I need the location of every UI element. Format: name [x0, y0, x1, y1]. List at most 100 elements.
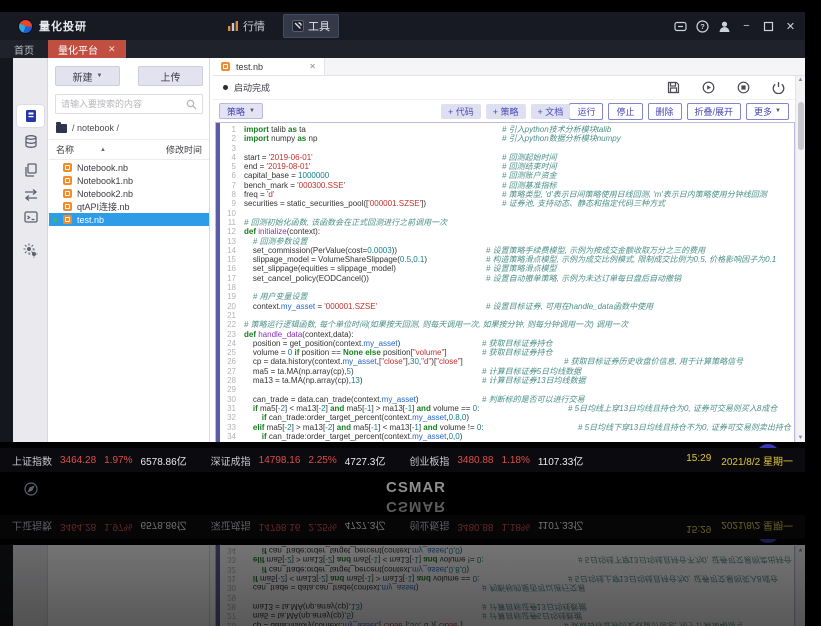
chevron-down-icon: ▼	[249, 108, 255, 114]
cell-type-dropdown[interactable]: 策略▼	[219, 103, 263, 119]
user-icon[interactable]	[718, 20, 731, 33]
code-line[interactable]: 35	[220, 441, 794, 442]
scroll-up-icon[interactable]: ▲	[796, 77, 805, 83]
svg-text:?: ?	[700, 22, 705, 31]
code-line[interactable]: 8freq = 'd'# 策略类型, 'd'表示日间策略使用日线回测, 'm'表…	[220, 190, 794, 199]
notebook-nav-icon[interactable]	[17, 105, 44, 127]
code-line[interactable]: 27 ma5 = ta.MA(np.array(cp),5)# 计算目标证券5日…	[220, 367, 794, 376]
editor-scrollbar: ▲ ▼	[795, 545, 805, 626]
maximize-icon[interactable]	[762, 20, 775, 33]
message-icon[interactable]	[674, 20, 687, 33]
add-doc-button[interactable]: + 文档	[531, 104, 571, 119]
code-line[interactable]: 24 position = get_position(context.my_as…	[220, 339, 794, 348]
notebook-tab-label: test.nb	[236, 62, 263, 72]
code-line: 31 if ma5[-2] < ma13[-2] and ma5[-1] > m…	[220, 574, 794, 583]
add-strategy-button[interactable]: + 策略	[486, 104, 526, 119]
search-icon	[186, 99, 197, 110]
menu-market-label: 行情	[243, 18, 265, 34]
code-line[interactable]: 15 slippage_model = VolumeShareSlippage(…	[220, 255, 794, 264]
save-icon[interactable]	[667, 81, 680, 94]
stop-icon[interactable]	[737, 81, 750, 94]
file-row[interactable]: test.nb	[49, 213, 209, 226]
fold-button[interactable]: 折叠/展开	[687, 103, 742, 120]
close-icon[interactable]: ✕	[784, 20, 797, 33]
run-button[interactable]: 运行	[569, 103, 603, 120]
settings-nav-icon[interactable]	[17, 240, 44, 262]
line-number: 21	[220, 311, 244, 320]
tab-home[interactable]: 首页	[0, 40, 48, 58]
delete-button[interactable]: 删除	[648, 103, 682, 120]
file-row[interactable]: Notebook2.nb	[49, 187, 209, 200]
code-line[interactable]: 20 context.my_asset = '000001.SZSE'# 设置目…	[220, 302, 794, 311]
line-number: 25	[220, 348, 244, 357]
code-line[interactable]: 16 set_slippage(equities = slippage_mode…	[220, 264, 794, 273]
file-row[interactable]: qtAPI连接.nb	[49, 200, 209, 213]
code-line[interactable]: 31 if ma5[-2] < ma13[-2] and ma5[-1] > m…	[220, 404, 794, 413]
code-line[interactable]: 6capital_base = 1000000# 回测账户资金	[220, 171, 794, 180]
code-line[interactable]: 12def initialize(context):	[220, 227, 794, 236]
code-line[interactable]: 17 set_cancel_policy(EODCancel())# 设置自动撤…	[220, 274, 794, 283]
code-line[interactable]: 29	[220, 385, 794, 394]
code-line[interactable]: 18	[220, 283, 794, 292]
line-number: 13	[220, 237, 244, 246]
tab-quant-platform[interactable]: 量化平台 ✕	[48, 40, 126, 58]
file-row[interactable]: Notebook.nb	[49, 161, 209, 174]
breadcrumb[interactable]: / notebook /	[49, 114, 209, 139]
notebook-tab-close-icon[interactable]: ✕	[309, 62, 316, 71]
menu-tools[interactable]: 工具	[283, 14, 339, 38]
database-nav-icon[interactable]	[17, 131, 44, 153]
code-line[interactable]: 22# 策略运行逻辑函数, 每个单位时间(如果按天回测, 则每天调用一次, 如果…	[220, 320, 794, 329]
cell-toolbar: 策略▼ + 代码 + 策略 + 文档 运行 停止 删除 折叠/展开 更多▼	[213, 100, 795, 122]
sort-asc-icon[interactable]: ▲	[100, 147, 106, 153]
column-name[interactable]: 名称	[56, 143, 74, 156]
search-input[interactable]	[61, 99, 186, 109]
code-line[interactable]: 21	[220, 311, 794, 320]
tab-close-icon[interactable]: ✕	[108, 44, 116, 55]
code-line[interactable]: 34 if can_trade:order_target_percent(con…	[220, 432, 794, 441]
code-line[interactable]: 2import numpy as np# 引入python数据分析模块numpy	[220, 134, 794, 143]
code-line[interactable]: 10	[220, 209, 794, 218]
upload-button[interactable]: 上传	[138, 66, 203, 86]
code-line[interactable]: 33 elif ma5[-2] > ma13[-2] and ma5[-1] <…	[220, 423, 794, 432]
code-line[interactable]: 1import talib as ta# 引入python技术分析模块talib	[220, 125, 794, 134]
run-icon[interactable]	[702, 81, 715, 94]
terminal-nav-icon[interactable]	[17, 206, 44, 228]
code-line[interactable]: 7bench_mark = '000300.SSE'# 回测基准指标	[220, 181, 794, 190]
code-line[interactable]: 3	[220, 144, 794, 153]
code-line[interactable]: 23def handle_data(context,data):	[220, 330, 794, 339]
add-code-button[interactable]: + 代码	[441, 104, 481, 119]
code-line[interactable]: 19 # 用户变量设置	[220, 292, 794, 301]
scroll-down-icon[interactable]: ▼	[796, 435, 805, 441]
new-button[interactable]: 新建▼	[55, 66, 120, 86]
column-modified[interactable]: 修改时间	[166, 143, 202, 156]
code-line[interactable]: 9securities = static_securities_pool(['0…	[220, 199, 794, 208]
code-line[interactable]: 13 # 回测参数设置	[220, 237, 794, 246]
code-line[interactable]: 28 ma13 = ta.MA(np.array(cp),13)# 计算目标证券…	[220, 376, 794, 385]
code-line[interactable]: 11# 回测初始化函数, 该函数会在正式回测进行之前调用一次	[220, 218, 794, 227]
editor-scrollbar[interactable]: ▲ ▼	[795, 76, 805, 442]
help-icon[interactable]: ?	[696, 20, 709, 33]
file-row[interactable]: Notebook1.nb	[49, 174, 209, 187]
code-line[interactable]: 30 can_trade = data.can_trade(context.my…	[220, 395, 794, 404]
market-index: 上证指数3464.281.97%6578.86亿	[12, 453, 187, 468]
notebook-file-icon	[63, 215, 72, 224]
code-line[interactable]: 5end = '2019-08-01'# 回测结束时间	[220, 162, 794, 171]
code-line[interactable]: 14 set_commission(PerValue(cost=0.0003))…	[220, 246, 794, 255]
minimize-icon[interactable]: −	[740, 20, 753, 33]
code-line[interactable]: 4start = '2019-06-01'# 回测起始时间	[220, 153, 794, 162]
transfer-nav-icon[interactable]	[17, 184, 44, 206]
code-line[interactable]: 25 volume = 0 if position == None else p…	[220, 348, 794, 357]
line-number: 26	[220, 620, 244, 626]
stop-button[interactable]: 停止	[608, 103, 642, 120]
code-line[interactable]: 32 if can_trade:order_target_percent(con…	[220, 413, 794, 422]
copy-nav-icon[interactable]	[17, 159, 44, 181]
code-cell[interactable]: 1import talib as ta# 引入python技术分析模块talib…	[215, 122, 795, 442]
compass-icon[interactable]	[17, 478, 44, 500]
code-line[interactable]: 26 cp = data.history(context.my_asset,["…	[220, 357, 794, 366]
more-button[interactable]: 更多▼	[746, 103, 789, 120]
menu-market[interactable]: 行情	[219, 15, 273, 37]
shutdown-icon[interactable]	[772, 81, 785, 94]
scrollbar-thumb[interactable]	[798, 102, 804, 150]
notebook-tab[interactable]: test.nb ✕	[213, 58, 325, 75]
code-line: 27 ma5 = ta.MA(np.array(cp),5)# 计算目标证券5日…	[220, 611, 794, 620]
